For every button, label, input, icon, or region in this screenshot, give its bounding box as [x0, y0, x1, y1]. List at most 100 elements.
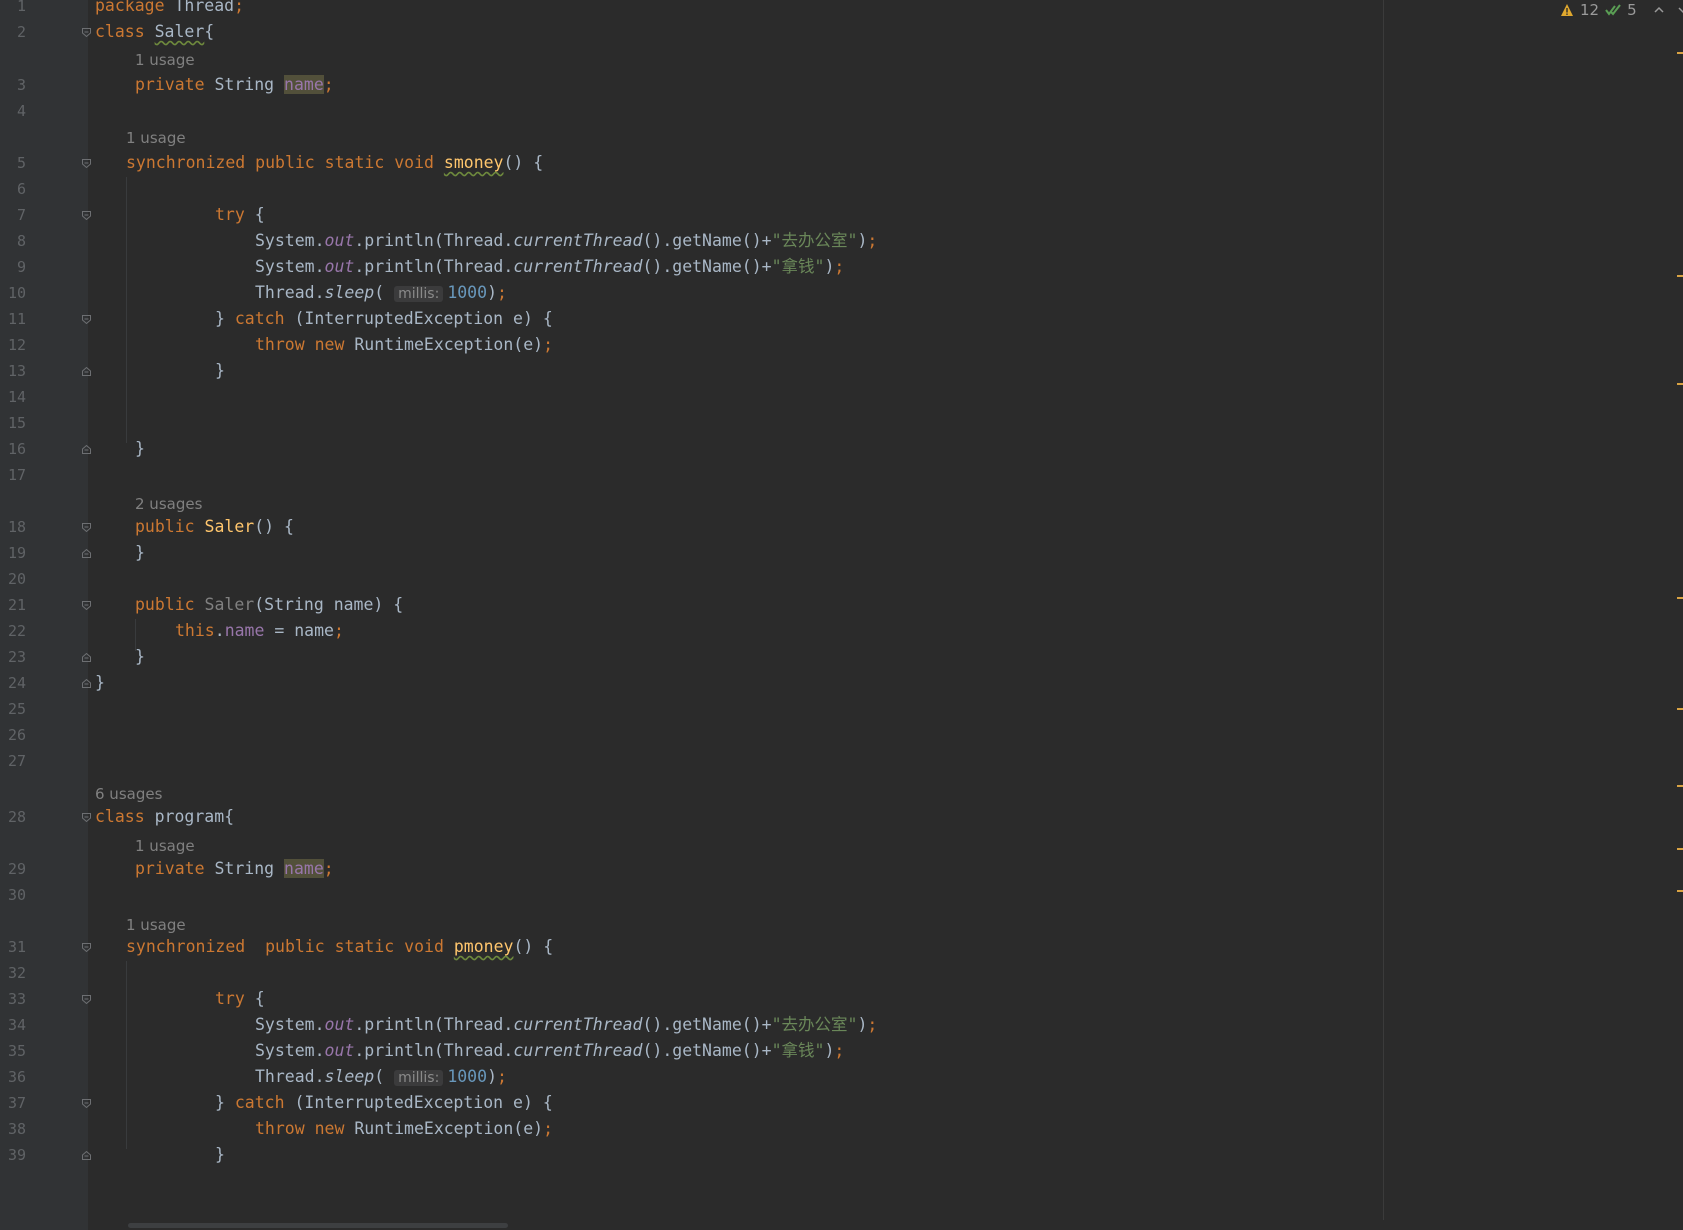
- code-line[interactable]: try {: [215, 985, 265, 1012]
- code-line[interactable]: Thread.sleep( millis: 1000);: [255, 279, 507, 306]
- code-line[interactable]: System.out.println(Thread.currentThread(…: [255, 253, 844, 280]
- line-number[interactable]: 24: [0, 670, 26, 697]
- line-number[interactable]: 35: [0, 1038, 26, 1065]
- line-number[interactable]: 1: [0, 0, 26, 20]
- line-number[interactable]: 21: [0, 592, 26, 619]
- warning-stripe-mark[interactable]: [1677, 275, 1683, 277]
- code-line[interactable]: public Saler() {: [135, 513, 294, 540]
- fold-collapse-icon[interactable]: [82, 315, 91, 324]
- code-line[interactable]: }: [135, 435, 145, 462]
- fold-end-icon[interactable]: [82, 445, 91, 454]
- line-number[interactable]: 9: [0, 254, 26, 281]
- usage-hint[interactable]: 1 usage: [135, 48, 195, 72]
- code-line[interactable]: System.out.println(Thread.currentThread(…: [255, 227, 877, 254]
- line-number[interactable]: 26: [0, 722, 26, 749]
- fold-collapse-icon[interactable]: [82, 159, 91, 168]
- line-number[interactable]: 18: [0, 514, 26, 541]
- code-line[interactable]: throw new RuntimeException(e);: [255, 1115, 553, 1142]
- line-number[interactable]: 30: [0, 882, 26, 909]
- warning-stripe-mark[interactable]: [1677, 383, 1683, 385]
- scrollbar-thumb[interactable]: [128, 1223, 508, 1228]
- code-line[interactable]: } catch (InterruptedException e) {: [215, 1089, 553, 1116]
- line-number[interactable]: 32: [0, 960, 26, 987]
- warning-stripe-mark[interactable]: [1677, 597, 1683, 599]
- line-number[interactable]: 13: [0, 358, 26, 385]
- fold-collapse-icon[interactable]: [82, 523, 91, 532]
- code-line[interactable]: try {: [215, 201, 265, 228]
- code-line[interactable]: throw new RuntimeException(e);: [255, 331, 553, 358]
- code-line[interactable]: Thread.sleep( millis: 1000);: [255, 1063, 507, 1090]
- code-line[interactable]: synchronized public static void smoney()…: [126, 149, 543, 176]
- line-number[interactable]: 39: [0, 1142, 26, 1169]
- fold-collapse-icon[interactable]: [82, 943, 91, 952]
- code-line[interactable]: package Thread;: [95, 0, 244, 19]
- class-name[interactable]: Saler: [155, 22, 205, 41]
- line-number[interactable]: 5: [0, 150, 26, 177]
- code-line[interactable]: this.name = name;: [175, 617, 344, 644]
- line-number[interactable]: 31: [0, 934, 26, 961]
- code-line[interactable]: class program{: [95, 803, 234, 830]
- line-number[interactable]: 34: [0, 1012, 26, 1039]
- code-line[interactable]: private String name;: [135, 71, 334, 98]
- code-line[interactable]: private String name;: [135, 855, 334, 882]
- warning-stripe-mark[interactable]: [1677, 708, 1683, 710]
- fold-end-icon[interactable]: [82, 1151, 91, 1160]
- field-name[interactable]: name: [284, 75, 324, 94]
- usage-hint[interactable]: 1 usage: [126, 126, 186, 150]
- warning-stripe-mark[interactable]: [1677, 890, 1683, 892]
- line-number[interactable]: 6: [0, 176, 26, 203]
- fold-end-icon[interactable]: [82, 679, 91, 688]
- warning-stripe-mark[interactable]: [1677, 848, 1683, 850]
- fold-end-icon[interactable]: [82, 367, 91, 376]
- code-line[interactable]: }: [215, 1141, 225, 1168]
- line-number[interactable]: 7: [0, 202, 26, 229]
- line-number[interactable]: 15: [0, 410, 26, 437]
- line-number[interactable]: 16: [0, 436, 26, 463]
- line-number[interactable]: 11: [0, 306, 26, 333]
- line-number[interactable]: 36: [0, 1064, 26, 1091]
- line-number[interactable]: 38: [0, 1116, 26, 1143]
- fold-collapse-icon[interactable]: [82, 211, 91, 220]
- line-number[interactable]: 12: [0, 332, 26, 359]
- line-number[interactable]: 10: [0, 280, 26, 307]
- code-line[interactable]: }: [215, 357, 225, 384]
- line-number[interactable]: 28: [0, 804, 26, 831]
- code-line[interactable]: System.out.println(Thread.currentThread(…: [255, 1037, 844, 1064]
- line-number[interactable]: 22: [0, 618, 26, 645]
- line-number-gutter[interactable]: 1 2 3 4 5 6 7 8 9 10 11 12 13 14 15 16 17 18 19 20 21 22 23 24 2…: [0, 0, 88, 1230]
- line-number[interactable]: 17: [0, 462, 26, 489]
- fold-end-icon[interactable]: [82, 653, 91, 662]
- fold-collapse-icon[interactable]: [82, 601, 91, 610]
- constructor-name[interactable]: Saler: [205, 517, 255, 536]
- line-number[interactable]: 3: [0, 72, 26, 99]
- line-number[interactable]: 19: [0, 540, 26, 567]
- code-line[interactable]: }: [135, 643, 145, 670]
- field-name[interactable]: name: [284, 859, 324, 878]
- warning-stripe-mark[interactable]: [1677, 785, 1683, 787]
- line-number[interactable]: 14: [0, 384, 26, 411]
- line-number[interactable]: 33: [0, 986, 26, 1013]
- code-line[interactable]: } catch (InterruptedException e) {: [215, 305, 553, 332]
- constructor-name[interactable]: Saler: [205, 595, 255, 614]
- fold-collapse-icon[interactable]: [82, 813, 91, 822]
- fold-collapse-icon[interactable]: [82, 28, 91, 37]
- horizontal-scrollbar[interactable]: [88, 1221, 1683, 1230]
- code-line[interactable]: }: [95, 669, 105, 696]
- fold-end-icon[interactable]: [82, 549, 91, 558]
- code-editor[interactable]: 1 2 3 4 5 6 7 8 9 10 11 12 13 14 15 16 17 18 19 20 21 22 23 24 2…: [0, 0, 1683, 1230]
- warning-stripe-mark[interactable]: [1677, 52, 1683, 54]
- line-number[interactable]: 20: [0, 566, 26, 593]
- fold-collapse-icon[interactable]: [82, 1099, 91, 1108]
- code-line[interactable]: System.out.println(Thread.currentThread(…: [255, 1011, 877, 1038]
- line-number[interactable]: 25: [0, 696, 26, 723]
- code-line[interactable]: public Saler(String name) {: [135, 591, 403, 618]
- code-line[interactable]: synchronized public static void pmoney()…: [126, 933, 553, 960]
- code-content[interactable]: package Thread; class Saler{1 usage privat…: [88, 0, 1683, 1230]
- line-number[interactable]: 37: [0, 1090, 26, 1117]
- line-number[interactable]: 27: [0, 748, 26, 775]
- code-line[interactable]: }: [135, 539, 145, 566]
- class-name[interactable]: program: [155, 807, 225, 826]
- line-number[interactable]: 8: [0, 228, 26, 255]
- code-line[interactable]: class Saler{: [95, 18, 214, 45]
- fold-collapse-icon[interactable]: [82, 995, 91, 1004]
